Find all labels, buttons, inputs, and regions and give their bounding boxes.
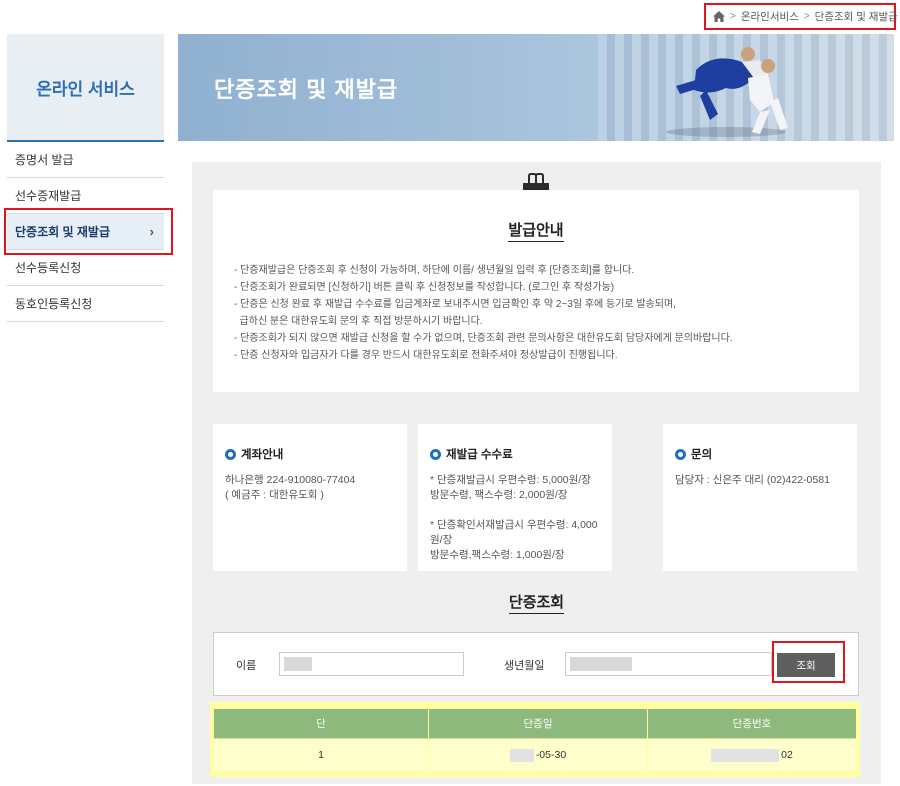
sidebar-item-label: 선수등록신청 xyxy=(15,261,82,275)
page-banner: 단증조회 및 재발급 xyxy=(178,34,894,141)
sidebar-item-dan-lookup[interactable]: 단증조회 및 재발급 › xyxy=(7,214,164,250)
redacted-value xyxy=(570,657,632,671)
circle-bullet-icon xyxy=(225,448,236,460)
birth-input[interactable] xyxy=(565,652,772,676)
column-header: 단 xyxy=(214,709,428,738)
fee-card: 재발급 수수료 * 단증재발급시 우편수령: 5,000원/장 방문수령, 팩스… xyxy=(418,424,612,571)
account-card: 계좌안내 하나은행 224-910080-77404 ( 예금주 : 대한유도회… xyxy=(213,424,407,571)
name-input[interactable] xyxy=(279,652,464,676)
highlight-box: 단 단증일 단증번호 1 -05-30 02 xyxy=(210,702,860,777)
list-item: - 단증은 신청 완료 후 재발급 수수료를 입금계좌로 보내주시면 입금확인 … xyxy=(234,299,676,310)
circle-bullet-icon xyxy=(675,448,686,460)
breadcrumb-separator: > xyxy=(803,11,810,22)
card-text: 방문수령, 팩스수령: 2,000원/장 xyxy=(430,489,568,501)
card-text: * 단증재발급시 우편수령: 5,000원/장 xyxy=(430,474,591,486)
judo-players-image xyxy=(666,47,788,137)
card-title: 문의 xyxy=(691,449,713,461)
main-content: 발급안내 - 단증재발급은 단증조회 후 신청이 가능하며, 하단에 이름/ 생… xyxy=(192,162,881,784)
lookup-title: 단증조회 xyxy=(192,591,881,614)
notice-list: - 단증재발급은 단증조회 후 신청이 가능하며, 하단에 이름/ 생년월일 입… xyxy=(234,262,733,364)
sidebar-item-label: 증명서 발급 xyxy=(15,153,74,167)
lookup-form: 이름 생년월일 조회 xyxy=(213,632,859,696)
breadcrumb-item-current[interactable]: 단증조회 및 재발급 xyxy=(815,9,898,24)
card-text: ( 예금주 : 대한유도회 ) xyxy=(225,489,324,501)
notice-title: 발급안내 xyxy=(213,219,859,242)
card-text: 방문수령,팩스수령: 1,000원/장 xyxy=(430,549,565,561)
breadcrumb-item-online-service[interactable]: 온라인서비스 xyxy=(741,9,799,24)
card-text: 하나은행 224-910080-77404 xyxy=(225,474,356,486)
page-title: 단증조회 및 재발급 xyxy=(214,77,399,102)
redacted-value xyxy=(509,748,534,762)
column-header: 단증일 xyxy=(429,709,647,738)
table-cell: 1 xyxy=(214,738,428,771)
list-item: - 단증조회가 완료되면 [신청하기] 버튼 클릭 후 신청정보를 작성합니다.… xyxy=(234,282,615,293)
sidebar-item-player-registration[interactable]: 선수등록신청 xyxy=(7,250,164,286)
card-title: 재발급 수수료 xyxy=(446,449,513,461)
search-button[interactable]: 조회 xyxy=(777,653,835,677)
list-item: - 단증 신청자와 입금자가 다를 경우 반드시 대한유도회로 전화주셔야 정상… xyxy=(234,350,618,361)
result-table: 단 단증일 단증번호 1 -05-30 02 xyxy=(214,709,856,771)
sidebar-item-club-registration[interactable]: 동호인등록신청 xyxy=(7,286,164,322)
list-item: - 단증재발급은 단증조회 후 신청이 가능하며, 하단에 이름/ 생년월일 입… xyxy=(234,265,635,276)
name-label: 이름 xyxy=(236,660,257,672)
home-icon[interactable] xyxy=(713,11,725,22)
sidebar-item-label: 단증조회 및 재발급 xyxy=(15,225,110,239)
table-cell: -05-30 xyxy=(429,738,647,771)
sidebar-item-certificate[interactable]: 증명서 발급 xyxy=(7,142,164,178)
list-item: 급하신 분은 대한유도회 문의 후 직접 방문하시기 바랍니다. xyxy=(234,316,483,327)
card-title: 계좌안내 xyxy=(241,449,284,461)
card-text: * 단증확인서재발급시 우편수령: 4,000원/장 xyxy=(430,519,598,546)
breadcrumb: > 온라인서비스 > 단증조회 및 재발급 xyxy=(704,3,898,30)
birth-label: 생년월일 xyxy=(504,660,545,672)
circle-bullet-icon xyxy=(430,448,441,460)
redacted-value xyxy=(284,657,312,671)
contact-card: 문의 담당자 : 신은주 대리 (02)422-0581 xyxy=(663,424,857,571)
column-header: 단증번호 xyxy=(648,709,856,738)
sidebar-item-label: 선수증재발급 xyxy=(15,189,82,203)
notice-panel: 발급안내 - 단증재발급은 단증조회 후 신청이 가능하며, 하단에 이름/ 생… xyxy=(213,190,859,392)
redacted-value xyxy=(711,748,780,762)
sidebar-menu: 증명서 발급 선수증재발급 단증조회 및 재발급 › 선수등록신청 동호인등록신… xyxy=(7,142,164,322)
list-item: - 단증조회가 되지 않으면 재발급 신청을 할 수가 없으며, 단증조회 관련… xyxy=(234,333,733,344)
card-text: 담당자 : 신은주 대리 (02)422-0581 xyxy=(675,474,830,486)
sidebar-item-player-card-reissue[interactable]: 선수증재발급 xyxy=(7,178,164,214)
breadcrumb-separator: > xyxy=(730,11,736,22)
sidebar-item-label: 동호인등록신청 xyxy=(15,297,93,311)
sidebar-title: 온라인 서비스 xyxy=(7,34,164,142)
chevron-right-icon: › xyxy=(149,224,154,239)
table-cell: 02 xyxy=(648,738,856,771)
